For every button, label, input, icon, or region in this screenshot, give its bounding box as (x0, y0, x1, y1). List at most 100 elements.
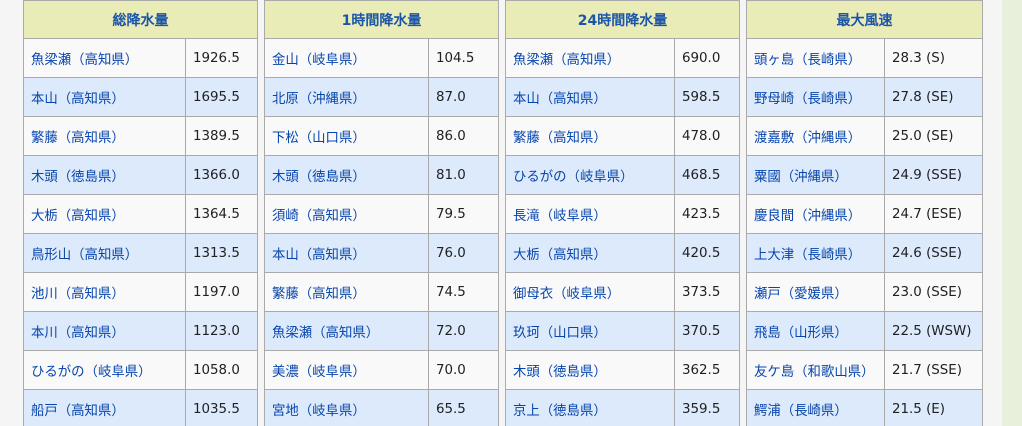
table-row: 魚梁瀬（高知県） 1926.5 (23, 38, 258, 78)
table-row: 本山（高知県） 598.5 (505, 77, 741, 117)
location-link[interactable]: 魚梁瀬（高知県） (505, 38, 675, 78)
location-link[interactable]: 木頭（徳島県） (264, 155, 429, 195)
value-cell: 70.0 (428, 350, 499, 390)
location-link[interactable]: 鳥形山（高知県） (23, 233, 186, 273)
value-cell: 72.0 (428, 311, 499, 351)
max-wind-speed-table: 最大風速 頭ヶ島（長崎県） 28.3 (S) 野母崎（長崎県） 27.8 (SE) … (746, 0, 983, 426)
location-link[interactable]: 頭ヶ島（長崎県） (746, 38, 885, 78)
table-row: 繁藤（高知県） 74.5 (264, 272, 499, 312)
location-link[interactable]: 瀬戸（愛媛県） (746, 272, 885, 312)
twenty-four-hour-precipitation-panel: 24時間降水量 魚梁瀬（高知県） 690.0 本山（高知県） 598.5 繁藤（高知… (504, 0, 741, 426)
location-link[interactable]: 友ケ島（和歌山県） (746, 350, 885, 390)
location-link[interactable]: 長滝（岐阜県） (505, 194, 675, 234)
location-link[interactable]: ひるがの（岐阜県） (505, 155, 675, 195)
twenty-four-hour-precipitation-table: 24時間降水量 魚梁瀬（高知県） 690.0 本山（高知県） 598.5 繁藤（高知… (504, 0, 741, 426)
table-row: 本山（高知県） 76.0 (264, 233, 499, 273)
value-cell: 1695.5 (185, 77, 258, 117)
location-link[interactable]: 繁藤（高知県） (23, 116, 186, 156)
value-cell: 598.5 (673, 77, 741, 117)
table-row: 北原（沖縄県） 87.0 (264, 77, 499, 117)
value-cell: 23.0 (SSE) (884, 272, 983, 312)
table-row: 御母衣（岐阜県） 373.5 (505, 272, 741, 312)
location-link[interactable]: 繁藤（高知県） (505, 116, 675, 156)
location-link[interactable]: 美濃（岐阜県） (264, 350, 429, 390)
value-cell: 21.7 (SSE) (884, 350, 983, 390)
value-cell: 1389.5 (185, 116, 258, 156)
location-link[interactable]: 繁藤（高知県） (264, 272, 429, 312)
table-row: 美濃（岐阜県） 70.0 (264, 350, 499, 390)
total-precipitation-panel: 総降水量 魚梁瀬（高知県） 1926.5 本山（高知県） 1695.5 繁藤（高知県… (23, 0, 258, 426)
value-cell: 1364.5 (185, 194, 258, 234)
location-link[interactable]: 御母衣（岐阜県） (505, 272, 675, 312)
value-cell: 1058.0 (185, 350, 258, 390)
table-header: 1時間降水量 (264, 0, 499, 39)
value-cell: 420.5 (673, 233, 741, 273)
table-row: 頭ヶ島（長崎県） 28.3 (S) (746, 38, 983, 78)
table-row: 船戸（高知県） 1035.5 (23, 389, 258, 426)
table-row: 渡嘉敷（沖縄県） 25.0 (SE) (746, 116, 983, 156)
value-cell: 1366.0 (185, 155, 258, 195)
value-cell: 28.3 (S) (884, 38, 983, 78)
location-link[interactable]: 玖珂（山口県） (505, 311, 675, 351)
table-row: ひるがの（岐阜県） 468.5 (505, 155, 741, 195)
location-link[interactable]: 本山（高知県） (505, 77, 675, 117)
value-cell: 21.5 (E) (884, 389, 983, 426)
table-row: 木頭（徳島県） 362.5 (505, 350, 741, 390)
table-row: 須崎（高知県） 79.5 (264, 194, 499, 234)
location-link[interactable]: 金山（岐阜県） (264, 38, 429, 78)
value-cell: 359.5 (673, 389, 741, 426)
location-link[interactable]: 大栃（高知県） (505, 233, 675, 273)
table-row: 繁藤（高知県） 1389.5 (23, 116, 258, 156)
location-link[interactable]: 慶良間（沖縄県） (746, 194, 885, 234)
location-link[interactable]: 粟國（沖縄県） (746, 155, 885, 195)
location-link[interactable]: ひるがの（岐阜県） (23, 350, 186, 390)
table-row: 京上（徳島県） 359.5 (505, 389, 741, 426)
table-header: 最大風速 (746, 0, 983, 39)
right-border-stripe (1002, 0, 1022, 426)
location-link[interactable]: 京上（徳島県） (505, 389, 675, 426)
one-hour-precipitation-table: 1時間降水量 金山（岐阜県） 104.5 北原（沖縄県） 87.0 下松（山口県） 8… (264, 0, 499, 426)
table-row: 瀬戸（愛媛県） 23.0 (SSE) (746, 272, 983, 312)
location-link[interactable]: 船戸（高知県） (23, 389, 186, 426)
value-cell: 86.0 (428, 116, 499, 156)
location-link[interactable]: 木頭（徳島県） (23, 155, 186, 195)
value-cell: 1197.0 (185, 272, 258, 312)
location-link[interactable]: 本山（高知県） (264, 233, 429, 273)
page: 総降水量 魚梁瀬（高知県） 1926.5 本山（高知県） 1695.5 繁藤（高知県… (0, 0, 1022, 426)
location-link[interactable]: 池川（高知県） (23, 272, 186, 312)
value-cell: 690.0 (673, 38, 741, 78)
value-cell: 76.0 (428, 233, 499, 273)
table-row: 繁藤（高知県） 478.0 (505, 116, 741, 156)
table-row: 下松（山口県） 86.0 (264, 116, 499, 156)
table-row: 鳥形山（高知県） 1313.5 (23, 233, 258, 273)
location-link[interactable]: 渡嘉敷（沖縄県） (746, 116, 885, 156)
table-row: ひるがの（岐阜県） 1058.0 (23, 350, 258, 390)
location-link[interactable]: 魚梁瀬（高知県） (264, 311, 429, 351)
total-precipitation-table: 総降水量 魚梁瀬（高知県） 1926.5 本山（高知県） 1695.5 繁藤（高知県… (23, 0, 258, 426)
location-link[interactable]: 須崎（高知県） (264, 194, 429, 234)
value-cell: 24.6 (SSE) (884, 233, 983, 273)
location-link[interactable]: 宮地（岐阜県） (264, 389, 429, 426)
location-link[interactable]: 上大津（長崎県） (746, 233, 885, 273)
location-link[interactable]: 北原（沖縄県） (264, 77, 429, 117)
location-link[interactable]: 鰐浦（長崎県） (746, 389, 885, 426)
table-row: 玖珂（山口県） 370.5 (505, 311, 741, 351)
table-header: 24時間降水量 (504, 0, 741, 39)
table-row: 友ケ島（和歌山県） 21.7 (SSE) (746, 350, 983, 390)
value-cell: 373.5 (673, 272, 741, 312)
table-row: 慶良間（沖縄県） 24.7 (ESE) (746, 194, 983, 234)
value-cell: 24.7 (ESE) (884, 194, 983, 234)
value-cell: 81.0 (428, 155, 499, 195)
location-link[interactable]: 本山（高知県） (23, 77, 186, 117)
location-link[interactable]: 本川（高知県） (23, 311, 186, 351)
location-link[interactable]: 飛島（山形県） (746, 311, 885, 351)
location-link[interactable]: 大栃（高知県） (23, 194, 186, 234)
location-link[interactable]: 下松（山口県） (264, 116, 429, 156)
value-cell: 25.0 (SE) (884, 116, 983, 156)
location-link[interactable]: 木頭（徳島県） (505, 350, 675, 390)
table-row: 本山（高知県） 1695.5 (23, 77, 258, 117)
table-row: 鰐浦（長崎県） 21.5 (E) (746, 389, 983, 426)
location-link[interactable]: 野母崎（長崎県） (746, 77, 885, 117)
table-row: 金山（岐阜県） 104.5 (264, 38, 499, 78)
location-link[interactable]: 魚梁瀬（高知県） (23, 38, 186, 78)
